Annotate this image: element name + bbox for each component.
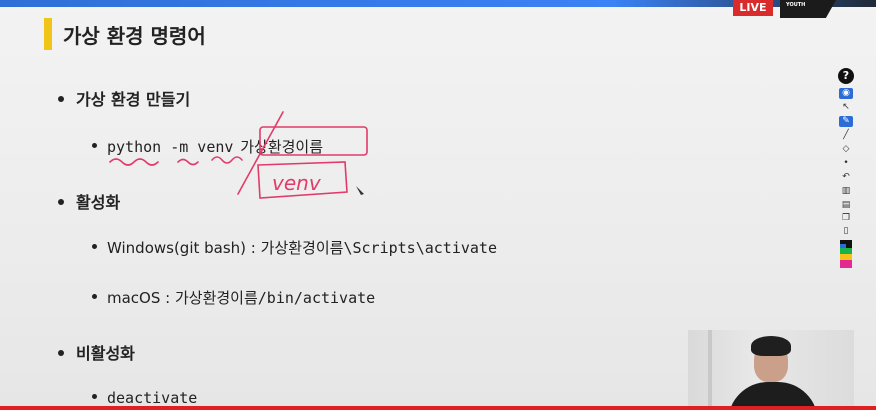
clipboard-icon[interactable]: ▯ [839,226,853,237]
help-icon[interactable]: ? [838,68,854,84]
undo-icon[interactable]: ↶ [839,172,853,183]
name-highlight-box [259,126,368,156]
underline-squiggle-2 [177,158,199,166]
eye-icon[interactable]: ◉ [839,88,853,99]
pen-icon[interactable]: ✎ [839,116,853,127]
underline-squiggle-1 [109,158,159,166]
trash-icon[interactable]: ▥ [839,186,853,197]
webcam-overlay [688,330,854,410]
dot-icon[interactable]: • [839,158,853,169]
presenter-hair [751,336,791,356]
eraser-icon[interactable]: ◇ [839,144,853,155]
marker-icon[interactable]: ╱ [839,130,853,141]
bottom-progress-line [0,406,876,410]
underline-squiggle-3 [211,156,243,164]
background-panel [708,330,712,410]
handwritten-venv: venv [272,171,322,195]
pen-cursor-icon [356,186,364,195]
save-icon[interactable]: ▤ [839,200,853,211]
cursor-icon[interactable]: ↖ [839,102,853,113]
color-pink[interactable] [840,260,852,268]
copy-icon[interactable]: ❐ [839,213,853,224]
